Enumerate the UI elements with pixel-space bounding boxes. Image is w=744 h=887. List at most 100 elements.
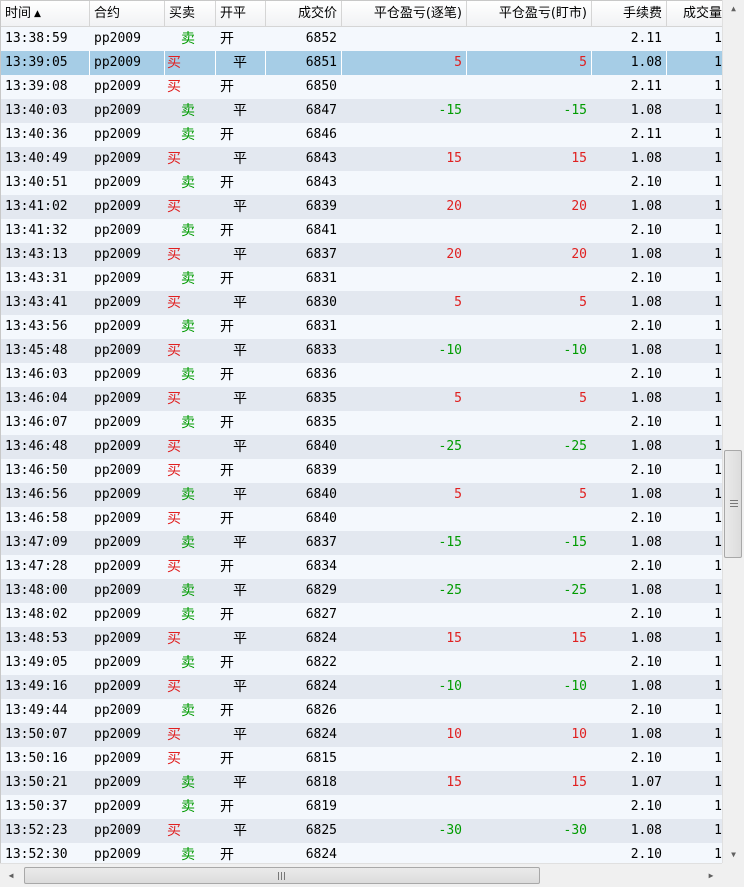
horizontal-scroll-thumb[interactable] bbox=[24, 867, 540, 884]
table-row[interactable]: 13:43:13 pp2009 买 平 6837 20 20 1.08 1 bbox=[1, 243, 722, 267]
table-row[interactable]: 13:46:07 pp2009 卖 开 6835 2.10 1 bbox=[1, 411, 722, 435]
table-row[interactable]: 13:50:16 pp2009 买 开 6815 2.10 1 bbox=[1, 747, 722, 771]
cell-price: 6835 bbox=[305, 391, 337, 406]
cell-time: 13:43:31 bbox=[5, 271, 68, 286]
table-row[interactable]: 13:46:56 pp2009 卖 平 6840 5 5 1.08 1 bbox=[1, 483, 722, 507]
table-row[interactable]: 13:43:41 pp2009 买 平 6830 5 5 1.08 1 bbox=[1, 291, 722, 315]
cell-volume: 1 bbox=[714, 463, 722, 478]
table-row[interactable]: 13:46:58 pp2009 买 开 6840 2.10 1 bbox=[1, 507, 722, 531]
table-row[interactable]: 13:52:30 pp2009 卖 开 6824 2.10 1 bbox=[1, 843, 722, 863]
table-row[interactable]: 13:43:31 pp2009 卖 开 6831 2.10 1 bbox=[1, 267, 722, 291]
column-header-time[interactable]: 时间 ▲ bbox=[1, 1, 90, 27]
cell-open-close: 平 bbox=[233, 487, 247, 503]
vertical-scroll-thumb[interactable] bbox=[724, 450, 742, 558]
column-header-time-label: 时间 bbox=[5, 6, 32, 21]
scroll-left-arrow-icon[interactable]: ◀ bbox=[2, 864, 20, 887]
cell-open-close: 平 bbox=[233, 439, 247, 455]
table-row[interactable]: 13:39:08 pp2009 买 开 6850 2.11 1 bbox=[1, 75, 722, 99]
cell-pnl-mark bbox=[467, 651, 592, 675]
column-header-open-close[interactable]: 开平 bbox=[216, 1, 266, 27]
table-row[interactable]: 13:43:56 pp2009 卖 开 6831 2.10 1 bbox=[1, 315, 722, 339]
scroll-right-arrow-icon[interactable]: ▶ bbox=[702, 864, 720, 887]
cell-price: 6846 bbox=[305, 127, 337, 142]
column-header-fee[interactable]: 手续费 bbox=[592, 1, 667, 27]
column-header-pnl-mark[interactable]: 平仓盈亏(盯市) bbox=[467, 1, 592, 27]
column-header-contract[interactable]: 合约 bbox=[90, 1, 165, 27]
cell-volume: 1 bbox=[714, 391, 722, 406]
cell-time: 13:41:02 bbox=[5, 199, 68, 214]
table-row[interactable]: 13:48:02 pp2009 卖 开 6827 2.10 1 bbox=[1, 603, 722, 627]
table-row[interactable]: 13:41:02 pp2009 买 平 6839 20 20 1.08 1 bbox=[1, 195, 722, 219]
cell-open-close: 平 bbox=[233, 343, 247, 359]
cell-buy-sell: 买 bbox=[167, 247, 181, 263]
table-row[interactable]: 13:47:09 pp2009 卖 平 6837 -15 -15 1.08 1 bbox=[1, 531, 722, 555]
cell-open-close: 平 bbox=[233, 199, 247, 215]
scroll-up-arrow-icon[interactable]: ▲ bbox=[723, 0, 744, 17]
table-row[interactable]: 13:40:49 pp2009 买 平 6843 15 15 1.08 1 bbox=[1, 147, 722, 171]
table-row[interactable]: 13:47:28 pp2009 买 开 6834 2.10 1 bbox=[1, 555, 722, 579]
table-row[interactable]: 13:50:37 pp2009 卖 开 6819 2.10 1 bbox=[1, 795, 722, 819]
cell-price: 6822 bbox=[305, 655, 337, 670]
table-row[interactable]: 13:40:51 pp2009 卖 开 6843 2.10 1 bbox=[1, 171, 722, 195]
cell-contract: pp2009 bbox=[94, 319, 141, 334]
cell-pnl-mark bbox=[467, 267, 592, 291]
cell-fee: 2.10 bbox=[630, 799, 662, 814]
cell-open-close: 开 bbox=[220, 223, 234, 239]
cell-price: 6837 bbox=[305, 535, 337, 550]
cell-price: 6824 bbox=[305, 727, 337, 742]
table-row[interactable]: 13:49:44 pp2009 卖 开 6826 2.10 1 bbox=[1, 699, 722, 723]
cell-open-close: 开 bbox=[220, 655, 234, 671]
cell-time: 13:50:07 bbox=[5, 727, 68, 742]
column-header-price[interactable]: 成交价 bbox=[266, 1, 342, 27]
cell-open-close: 开 bbox=[220, 367, 234, 383]
table-row[interactable]: 13:50:21 pp2009 卖 平 6818 15 15 1.07 1 bbox=[1, 771, 722, 795]
cell-contract: pp2009 bbox=[94, 487, 141, 502]
cell-buy-sell: 买 bbox=[167, 727, 181, 743]
table-row[interactable]: 13:39:05 pp2009 买平 6851 5 5 1.08 1 bbox=[1, 51, 722, 75]
cell-volume: 1 bbox=[714, 247, 722, 262]
table-row[interactable]: 13:38:59 pp2009 卖 开 6852 2.11 1 bbox=[1, 27, 722, 51]
vertical-scrollbar[interactable]: ▲ ▼ bbox=[722, 0, 744, 863]
cell-contract: pp2009 bbox=[94, 175, 141, 190]
cell-pnl-trade: 10 bbox=[446, 727, 462, 742]
cell-contract: pp2009 bbox=[94, 703, 141, 718]
table-row[interactable]: 13:48:00 pp2009 卖 平 6829 -25 -25 1.08 1 bbox=[1, 579, 722, 603]
cell-open-close: 平 bbox=[233, 727, 247, 743]
cell-open-close: 开 bbox=[220, 751, 234, 767]
table-row[interactable]: 13:46:48 pp2009 买 平 6840 -25 -25 1.08 1 bbox=[1, 435, 722, 459]
cell-pnl-mark: 5 bbox=[467, 51, 592, 75]
cell-pnl-trade bbox=[342, 555, 467, 579]
table-row[interactable]: 13:45:48 pp2009 买 平 6833 -10 -10 1.08 1 bbox=[1, 339, 722, 363]
table-row[interactable]: 13:46:50 pp2009 买 开 6839 2.10 1 bbox=[1, 459, 722, 483]
cell-contract: pp2009 bbox=[94, 343, 141, 358]
table-row[interactable]: 13:40:03 pp2009 卖 平 6847 -15 -15 1.08 1 bbox=[1, 99, 722, 123]
cell-buy-sell: 卖 bbox=[181, 31, 195, 47]
cell-price: 6843 bbox=[305, 175, 337, 190]
table-row[interactable]: 13:40:36 pp2009 卖 开 6846 2.11 1 bbox=[1, 123, 722, 147]
cell-pnl-trade bbox=[342, 267, 467, 291]
table-row[interactable]: 13:49:16 pp2009 买 平 6824 -10 -10 1.08 1 bbox=[1, 675, 722, 699]
cell-price: 6826 bbox=[305, 703, 337, 718]
column-header-buy-sell[interactable]: 买卖 bbox=[165, 1, 216, 27]
cell-buy-sell: 买 bbox=[167, 559, 181, 575]
cell-open-close: 开 bbox=[220, 175, 234, 191]
scroll-down-arrow-icon[interactable]: ▼ bbox=[723, 846, 744, 863]
horizontal-scrollbar[interactable]: ◀ ▶ bbox=[0, 863, 722, 887]
table-row[interactable]: 13:49:05 pp2009 卖 开 6822 2.10 1 bbox=[1, 651, 722, 675]
cell-fee: 1.08 bbox=[630, 343, 662, 358]
table-row[interactable]: 13:46:04 pp2009 买 平 6835 5 5 1.08 1 bbox=[1, 387, 722, 411]
cell-contract: pp2009 bbox=[94, 727, 141, 742]
cell-pnl-mark bbox=[467, 459, 592, 483]
cell-pnl-trade: 5 bbox=[454, 487, 462, 502]
table-row[interactable]: 13:52:23 pp2009 买 平 6825 -30 -30 1.08 1 bbox=[1, 819, 722, 843]
column-header-pnl-trade[interactable]: 平仓盈亏(逐笔) bbox=[342, 1, 467, 27]
table-row[interactable]: 13:50:07 pp2009 买 平 6824 10 10 1.08 1 bbox=[1, 723, 722, 747]
cell-buy-sell: 卖 bbox=[181, 175, 195, 191]
cell-volume: 1 bbox=[714, 823, 722, 838]
cell-time: 13:43:56 bbox=[5, 319, 68, 334]
table-row[interactable]: 13:48:53 pp2009 买 平 6824 15 15 1.08 1 bbox=[1, 627, 722, 651]
cell-fee: 1.08 bbox=[630, 631, 662, 646]
table-row[interactable]: 13:46:03 pp2009 卖 开 6836 2.10 1 bbox=[1, 363, 722, 387]
table-row[interactable]: 13:41:32 pp2009 卖 开 6841 2.10 1 bbox=[1, 219, 722, 243]
column-header-volume[interactable]: 成交量 bbox=[667, 1, 722, 27]
